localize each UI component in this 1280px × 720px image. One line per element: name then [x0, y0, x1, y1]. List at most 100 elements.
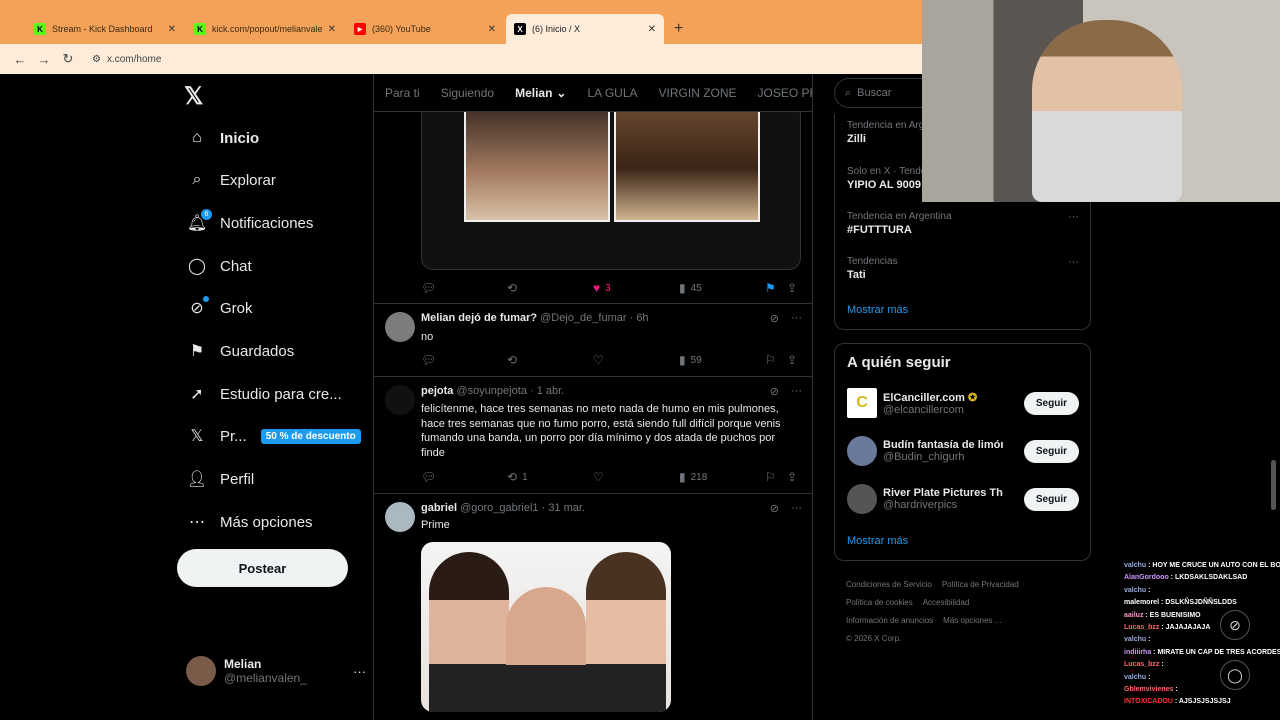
show-more-link[interactable]: Mostrar más [847, 535, 908, 547]
like-button[interactable]: ♡ [593, 470, 604, 484]
back-icon[interactable]: ← [8, 52, 32, 67]
follow-suggestion[interactable]: Budín fantasía de limón @Budin_chigurh Seg… [847, 434, 1079, 468]
views-button[interactable]: ▮ 59 [679, 353, 702, 367]
sidebar-item-perfil[interactable]: 👤︎ Perfil [186, 461, 254, 497]
footer-link[interactable]: Condiciones de Servicio [846, 580, 932, 589]
scrollbar[interactable] [1271, 460, 1276, 510]
footer-link[interactable]: Accesibilidad [923, 598, 970, 607]
reload-icon[interactable]: ↻ [56, 51, 80, 67]
chat-username[interactable]: malemorel [1124, 599, 1159, 606]
sidebar-item-explorar[interactable]: ⌕ Explorar [186, 162, 276, 198]
close-icon[interactable]: ✕ [648, 24, 656, 35]
reply-button[interactable]: 💬︎ [421, 470, 436, 484]
bookmark-button[interactable]: ⚑ [765, 281, 776, 295]
post-button[interactable]: Postear [177, 549, 348, 587]
browser-tab-3[interactable]: X (6) Inicio / X ✕ [506, 14, 664, 44]
account-switcher[interactable]: Melian @melianvalen_ ··· [186, 656, 366, 686]
trend-item[interactable]: Tendencia en Argentina #FUTTTURA ··· [847, 211, 1079, 236]
more-icon[interactable]: ··· [353, 664, 366, 679]
reply-button[interactable]: 💬︎ [421, 353, 436, 367]
site-info-icon[interactable]: ⚙ [92, 54, 101, 65]
tab-melian[interactable]: Melian ⌄ [515, 86, 566, 100]
more-icon[interactable]: ··· [1068, 256, 1079, 268]
repost-button[interactable]: ⟲ 1 [507, 470, 528, 484]
views-button[interactable]: ▮ 45 [679, 281, 702, 295]
share-button[interactable]: ⇪ [787, 281, 797, 295]
chat-username[interactable]: INTOXICADOU [1124, 698, 1173, 705]
more-icon[interactable]: ··· [791, 385, 802, 398]
grok-bubble-icon[interactable]: ⊘ [1220, 610, 1250, 640]
repost-button[interactable]: ⟲ [507, 353, 517, 367]
bookmark-button[interactable]: ⚐ [765, 353, 776, 367]
author-handle[interactable]: @goro_gabriel1 [460, 502, 538, 514]
avatar[interactable] [385, 385, 415, 415]
sidebar-item-guardados[interactable]: ⚑ Guardados [186, 333, 294, 369]
more-icon[interactable]: ··· [791, 502, 802, 515]
footer-link[interactable]: Información de anuncios [846, 616, 933, 625]
post-time[interactable]: 6h [636, 312, 648, 324]
chat-username[interactable]: valchu [1124, 636, 1146, 643]
chat-username[interactable]: Lucas_bzz [1124, 661, 1159, 668]
close-icon[interactable]: ✕ [328, 24, 336, 35]
avatar[interactable] [385, 312, 415, 342]
follow-button[interactable]: Seguir [1023, 392, 1079, 415]
url-input[interactable]: ⚙ x.com/home [86, 48, 906, 70]
footer-link[interactable]: Política de cookies [846, 598, 913, 607]
chat-username[interactable]: valchu [1124, 674, 1146, 681]
avatar[interactable] [385, 502, 415, 532]
chat-username[interactable]: valchu [1124, 587, 1146, 594]
tab-siguiendo[interactable]: Siguiendo [441, 86, 494, 100]
sidebar-item-notificaciones[interactable]: 🔔︎ 6 Notificaciones [186, 205, 313, 241]
author-handle[interactable]: @Dejo_de_fumar [540, 312, 626, 324]
chat-username[interactable]: aailuz [1124, 612, 1143, 619]
chat-username[interactable]: indiiirha [1124, 649, 1151, 656]
repost-button[interactable]: ⟲ [507, 281, 517, 295]
like-button[interactable]: ♡ [593, 353, 604, 367]
chat-username[interactable]: AlanGordooo [1124, 574, 1169, 581]
views-button[interactable]: ▮ 218 [679, 470, 707, 484]
follow-button[interactable]: Seguir [1023, 488, 1079, 511]
footer-link[interactable]: Política de Privacidad [942, 580, 1019, 589]
post-media[interactable] [421, 542, 671, 712]
post-time[interactable]: 1 abr. [537, 385, 565, 397]
new-tab-button[interactable]: + [666, 14, 691, 44]
tab-joseo[interactable]: JOSEO PRI [758, 86, 812, 100]
forward-icon[interactable]: → [32, 52, 56, 67]
author-name[interactable]: pejota [421, 385, 453, 397]
post[interactable]: pejota @soyunpejota · 1 abr. ⊘ ··· felicít… [374, 377, 812, 494]
post[interactable]: 💬︎ ⟲ ♥ 3 ▮ 45 ⚑ ⇪ [374, 102, 812, 304]
author-handle[interactable]: @soyunpejota [456, 385, 527, 397]
chat-username[interactable]: Gblemvivienes [1124, 686, 1173, 693]
post-time[interactable]: 31 mar. [548, 502, 585, 514]
post[interactable]: Melian dejó de fumar? @Dejo_de_fumar · 6h… [374, 304, 812, 377]
sidebar-item-premium[interactable]: 𝕏 Pr... 50 % de descuento [186, 418, 361, 454]
post[interactable]: gabriel @goro_gabriel1 · 31 mar. ⊘ ··· Pri… [374, 494, 812, 720]
share-button[interactable]: ⇪ [787, 470, 797, 484]
reply-button[interactable]: 💬︎ [421, 281, 436, 295]
follow-suggestion[interactable]: C ElCanciller.com ✪ @elcancillercom Seguir [847, 386, 1079, 420]
show-more-link[interactable]: Mostrar más [847, 304, 908, 316]
sidebar-item-grok[interactable]: ⊘ Grok [186, 290, 253, 326]
like-button[interactable]: ♥ 3 [593, 281, 611, 295]
tab-virgin-zone[interactable]: VIRGIN ZONE [659, 86, 737, 100]
footer-link[interactable]: Más opciones ... [943, 616, 1001, 625]
trend-item[interactable]: Tendencias Tati ··· [847, 256, 1079, 281]
bookmark-button[interactable]: ⚐ [765, 470, 776, 484]
sidebar-item-inicio[interactable]: ⌂ Inicio [186, 120, 259, 156]
sidebar-item-chat[interactable]: ◯ Chat [186, 248, 252, 284]
follow-button[interactable]: Seguir [1023, 440, 1079, 463]
author-name[interactable]: Melian dejó de fumar? [421, 312, 537, 324]
chat-bubble-icon[interactable]: ◯ [1220, 660, 1250, 690]
tab-la-gula[interactable]: LA GULA [587, 86, 637, 100]
chat-username[interactable]: valchu [1124, 562, 1146, 569]
chat-username[interactable]: Lucas_bzz [1124, 624, 1159, 631]
grok-icon[interactable]: ⊘ [770, 312, 779, 325]
post-media[interactable] [421, 102, 801, 270]
share-button[interactable]: ⇪ [787, 353, 797, 367]
grok-icon[interactable]: ⊘ [770, 502, 779, 515]
sidebar-item-mas-opciones[interactable]: ⋯ Más opciones [186, 504, 313, 540]
tab-para-ti[interactable]: Para ti [385, 86, 420, 100]
close-icon[interactable]: ✕ [168, 24, 176, 35]
browser-tab-2[interactable]: ▶ (360) YouTube ✕ [346, 14, 504, 44]
sidebar-item-estudio[interactable]: ➚ Estudio para cre... [186, 376, 341, 412]
